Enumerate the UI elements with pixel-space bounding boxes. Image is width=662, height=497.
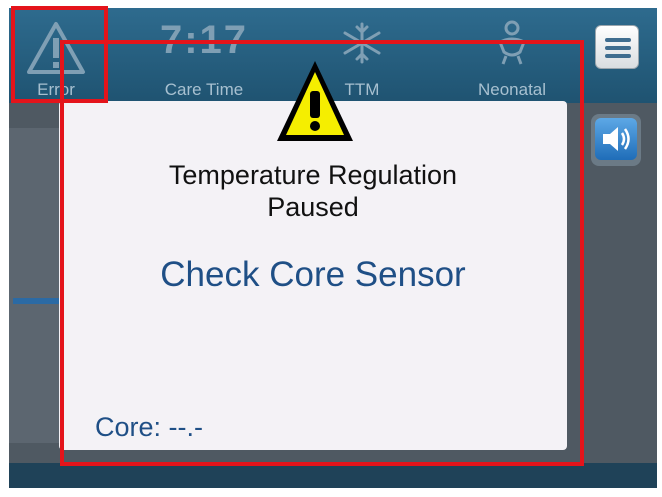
core-reading: Core: --.- [95,412,203,443]
baby-icon [457,18,567,68]
neonatal-label: Neonatal [477,80,547,99]
status-error[interactable]: Error [11,16,101,100]
sound-button[interactable] [591,114,641,166]
status-care-time[interactable]: 7:17 Care Time [149,16,259,100]
core-value: --.- [168,412,204,442]
care-time-value: 7:17 [159,18,249,62]
status-neonatal[interactable]: Neonatal [457,16,567,100]
warning-triangle-icon [11,18,101,74]
care-time-label: Care Time [164,80,244,99]
dialog-message: Check Core Sensor [160,255,466,294]
dialog-title: Temperature Regulation Paused [168,160,458,222]
warning-icon [273,55,357,147]
core-label: Core: [95,412,162,442]
menu-button[interactable] [595,25,639,69]
status-error-label: Error [37,80,75,99]
speaker-icon [595,118,637,160]
bottom-bar [9,463,657,488]
